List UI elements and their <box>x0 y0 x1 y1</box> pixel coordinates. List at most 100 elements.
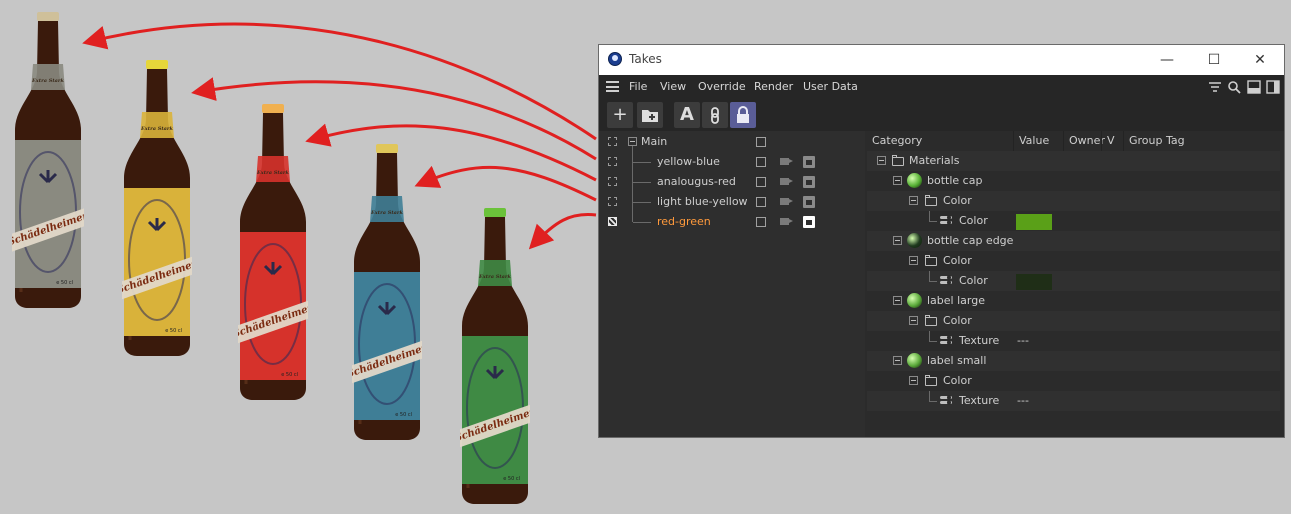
tree-line <box>633 202 651 203</box>
subtitle-text: Extra Stark <box>256 170 290 176</box>
arrow-4 <box>414 165 597 202</box>
collapse-icon[interactable] <box>909 196 918 205</box>
folder-icon <box>925 315 937 326</box>
take-row[interactable]: yellow-blue <box>599 152 865 172</box>
group-row[interactable]: Color <box>867 311 1280 331</box>
close-button[interactable]: ✕ <box>1237 45 1283 75</box>
take-selection-icon[interactable] <box>608 137 617 146</box>
parameter-value[interactable]: --- <box>1017 391 1029 411</box>
color-swatch[interactable] <box>1016 214 1052 230</box>
link-button[interactable] <box>702 102 728 128</box>
column-owner[interactable]: Owner <box>1063 131 1105 151</box>
take-checkbox[interactable] <box>756 137 766 147</box>
beer-bottle: SchädelheimerExtra Starke 50 cl <box>460 208 530 504</box>
filter-icon[interactable] <box>1208 80 1222 94</box>
group-name: Color <box>943 254 972 267</box>
tree-line <box>929 331 930 341</box>
take-row[interactable]: light blue-yellow <box>599 192 865 212</box>
column-value[interactable]: Value <box>1013 131 1063 151</box>
collapse-icon[interactable] <box>628 137 637 146</box>
collapse-icon[interactable] <box>893 176 902 185</box>
parameter-name: Texture <box>959 394 1000 407</box>
override-panel: Category Value Owner V Group Tag Materia… <box>867 131 1284 437</box>
take-checkbox[interactable] <box>756 157 766 167</box>
take-checkbox[interactable] <box>756 197 766 207</box>
panel-layout-icon[interactable] <box>1247 80 1261 94</box>
parameter-row[interactable]: Texture --- <box>867 391 1280 411</box>
hamburger-menu-icon[interactable] <box>606 81 619 92</box>
material-row[interactable]: label large <box>867 291 1280 311</box>
collapse-icon[interactable] <box>893 356 902 365</box>
tree-line <box>633 182 651 183</box>
menu-file[interactable]: File <box>629 80 647 93</box>
group-row[interactable]: Color <box>867 371 1280 391</box>
take-selection-icon[interactable] <box>608 217 617 226</box>
materials-row[interactable]: Materials <box>867 151 1280 171</box>
add-folder-button[interactable] <box>637 102 663 128</box>
lock-button[interactable] <box>730 102 756 128</box>
material-row[interactable]: bottle cap <box>867 171 1280 191</box>
minimize-button[interactable]: — <box>1144 45 1190 75</box>
collapse-icon[interactable] <box>877 156 886 165</box>
take-checkbox[interactable] <box>756 177 766 187</box>
search-icon[interactable] <box>1227 80 1241 94</box>
material-sphere-icon <box>907 173 922 188</box>
collapse-icon[interactable] <box>893 236 902 245</box>
take-row[interactable]: analougus-red <box>599 172 865 192</box>
render-settings-icon[interactable] <box>803 176 815 188</box>
parameter-value[interactable]: --- <box>1017 331 1029 351</box>
menu-view[interactable]: View <box>660 80 686 93</box>
auto-take-button[interactable]: A <box>674 102 700 128</box>
column-v[interactable]: V <box>1101 131 1123 151</box>
parameter-row[interactable]: Color <box>867 271 1280 291</box>
take-name: red-green <box>657 215 711 228</box>
collapse-icon[interactable] <box>909 256 918 265</box>
color-swatch[interactable] <box>1016 274 1052 290</box>
menu-override[interactable]: Override <box>698 80 746 93</box>
collapse-icon[interactable] <box>909 376 918 385</box>
tree-line <box>633 162 651 163</box>
side-panel-icon[interactable] <box>1266 80 1280 94</box>
parameter-row[interactable]: Texture --- <box>867 331 1280 351</box>
take-row-main[interactable]: Main <box>599 132 865 152</box>
render-settings-icon[interactable] <box>803 216 815 228</box>
tree-line <box>929 401 937 402</box>
maximize-button[interactable]: ☐ <box>1191 45 1237 75</box>
material-name: label small <box>927 354 987 367</box>
take-name: Main <box>641 135 668 148</box>
folder-icon <box>925 195 937 206</box>
tree-line <box>929 281 937 282</box>
column-header: Category Value Owner V Group Tag <box>867 131 1284 151</box>
material-sphere-icon <box>907 353 922 368</box>
take-checkbox[interactable] <box>756 217 766 227</box>
menu-user-data[interactable]: User Data <box>803 80 858 93</box>
camera-icon[interactable] <box>780 198 793 205</box>
take-name: analougus-red <box>657 175 736 188</box>
take-selection-icon[interactable] <box>608 177 617 186</box>
menu-render[interactable]: Render <box>754 80 793 93</box>
render-settings-icon[interactable] <box>803 156 815 168</box>
take-row[interactable]: red-green <box>599 212 865 232</box>
group-row[interactable]: Color <box>867 191 1280 211</box>
take-selection-icon[interactable] <box>608 197 617 206</box>
camera-icon[interactable] <box>780 158 793 165</box>
column-group-tag[interactable]: Group Tag <box>1123 131 1284 151</box>
column-category[interactable]: Category <box>867 131 1013 151</box>
parameter-row[interactable]: Color <box>867 211 1280 231</box>
material-row[interactable]: bottle cap edge <box>867 231 1280 251</box>
beer-bottle: SchädelheimerExtra Starke 50 cl <box>238 104 308 400</box>
neck-label <box>31 64 65 90</box>
bottle-cap <box>484 208 506 217</box>
folder-icon <box>892 155 904 166</box>
take-selection-icon[interactable] <box>608 157 617 166</box>
tree-line <box>929 341 937 342</box>
material-row[interactable]: label small <box>867 351 1280 371</box>
camera-icon[interactable] <box>780 218 793 225</box>
collapse-icon[interactable] <box>893 296 902 305</box>
collapse-icon[interactable] <box>909 316 918 325</box>
takes-window: Takes — ☐ ✕ File View Override Render Us… <box>598 44 1285 438</box>
add-take-button[interactable]: + <box>607 102 633 128</box>
group-row[interactable]: Color <box>867 251 1280 271</box>
camera-icon[interactable] <box>780 178 793 185</box>
render-settings-icon[interactable] <box>803 196 815 208</box>
